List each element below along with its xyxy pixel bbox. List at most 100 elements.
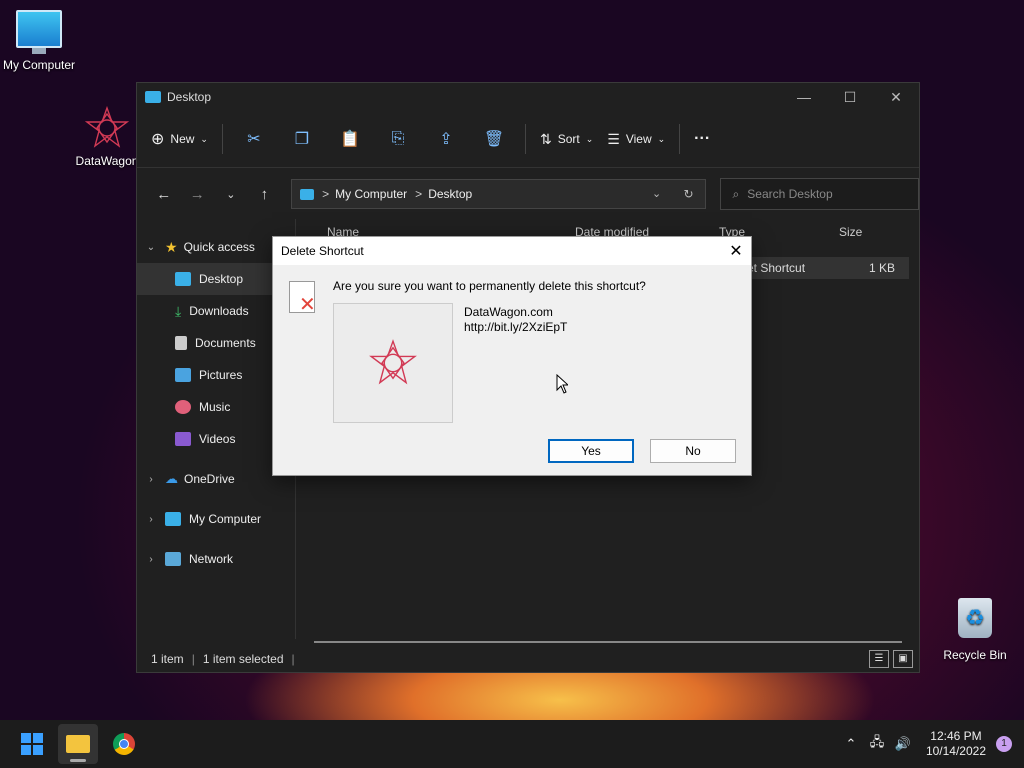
taskbar-file-explorer[interactable] [58,724,98,764]
shortcut-url: http://bit.ly/2XziEpT [464,320,568,334]
chrome-icon [113,733,135,755]
close-window-button[interactable]: ✕ [873,89,919,106]
sort-arrows-icon: ⇅ [539,130,552,147]
file-row[interactable]: et Shortcut 1 KB [747,257,909,279]
details-view-icon[interactable]: ☰ [869,650,889,668]
horizontal-scrollbar[interactable] [314,641,902,643]
command-bar: ⊕ New ⌄ ✂ ❐ 📋 ⎘ ⇪ 🗑 ⇅ Sort ⌄ ☰ View ⌄ ··… [137,111,919,168]
dialog-question: Are you sure you want to permanently del… [333,279,646,293]
dialog-titlebar[interactable]: Delete Shortcut ✕ [273,237,751,265]
shortcut-info: DataWagon.com http://bit.ly/2XziEpT [464,305,567,335]
address-dropdown-icon[interactable]: ⌄ [641,187,673,201]
breadcrumb-separator: > [322,187,330,201]
computer-icon [165,512,181,526]
sidebar-item-label: Documents [195,336,256,350]
view-button-label: View [625,132,652,146]
sidebar-item-network[interactable]: › Network [137,543,295,575]
maximize-button[interactable]: ☐ [827,89,873,106]
file-size: 1 KB [869,261,896,275]
share-icon[interactable]: ⇪ [429,129,463,149]
shortcut-name: DataWagon.com [464,305,553,319]
taskbar: ⌃ 🖧 🔊 12:46 PM 10/14/2022 1 [0,720,1024,768]
delete-icon[interactable]: 🗑 [477,129,511,149]
dialog-title: Delete Shortcut [281,244,364,258]
monitor-icon [16,10,62,54]
sidebar-item-label: Network [189,552,234,566]
breadcrumb-separator: > [415,187,423,201]
status-divider: | [291,652,295,666]
breadcrumb-desktop[interactable]: Desktop [428,187,472,201]
sidebar-item-label: Quick access [183,240,255,254]
yes-button[interactable]: Yes [548,439,634,463]
system-tray: ⌃ 🖧 🔊 12:46 PM 10/14/2022 1 [838,729,1024,759]
desktop-icon-label: Recycle Bin [943,648,1007,662]
clock[interactable]: 12:46 PM 10/14/2022 [926,729,986,759]
computer-icon [300,188,315,200]
search-box[interactable]: ⌕ Search Desktop [719,178,919,210]
cut-icon[interactable]: ✂ [237,129,271,149]
rename-icon[interactable]: ⎘ [381,130,415,148]
new-button[interactable]: ⊕ New ⌄ [151,129,208,149]
up-arrow-icon[interactable]: ↑ [248,186,282,203]
address-bar[interactable]: > My Computer > Desktop ⌄ ↻ [291,179,706,209]
column-header-size[interactable]: Size [839,225,862,239]
delete-x-icon: ✕ [299,294,316,316]
paste-icon[interactable]: 📋 [333,129,367,149]
no-button[interactable]: No [650,439,736,463]
document-icon [175,336,187,350]
chevron-down-icon: ⌄ [657,133,666,144]
status-item-count: 1 item [151,652,184,666]
network-icon[interactable]: 🖧 [864,733,890,755]
star-icon: ★ [165,238,178,255]
datawagon-logo-icon [84,105,130,150]
tiles-view-icon[interactable]: ▣ [893,650,913,668]
sort-button-label: Sort [557,132,580,146]
window-titlebar[interactable]: Desktop — ☐ ✕ [137,83,919,111]
plus-circle-icon: ⊕ [151,131,165,148]
refresh-icon[interactable]: ↻ [673,187,705,201]
download-icon: ⤓ [175,302,182,319]
sort-button[interactable]: ⇅ Sort ⌄ [540,131,593,148]
recycle-bin-icon: ♻ [958,598,992,638]
window-title: Desktop [167,90,212,104]
view-button[interactable]: ☰ View ⌄ [607,131,665,148]
taskbar-chrome[interactable] [104,724,144,764]
sidebar-item-label: Music [199,400,231,414]
windows-logo-icon [21,733,43,755]
mouse-cursor-icon [556,374,568,394]
search-icon: ⌕ [732,186,740,201]
status-selected-count: 1 item selected [202,652,284,666]
start-button[interactable] [12,724,52,764]
desktop-icon-my-computer[interactable]: My Computer [0,10,84,72]
clock-time: 12:46 PM [930,729,982,743]
music-icon [175,400,191,414]
desktop-icon-recycle-bin[interactable]: ♻ Recycle Bin [930,598,1020,662]
clock-date: 10/14/2022 [925,744,986,758]
more-options-button[interactable]: ··· [694,130,710,148]
toolbar-separator [524,124,526,154]
volume-icon[interactable]: 🔊 [890,736,916,752]
folder-desktop-icon [145,91,161,103]
shortcut-thumbnail [333,303,453,423]
sidebar-item-label: Videos [199,432,236,446]
back-arrow-icon[interactable]: ← [147,186,181,203]
forward-arrow-icon[interactable]: → [181,186,215,203]
chevron-right-icon[interactable]: › [137,554,165,565]
chevron-down-icon: ⌄ [200,133,208,144]
chevron-down-icon[interactable]: ⌄ [137,242,165,253]
breadcrumb-my-computer[interactable]: My Computer [335,187,407,201]
minimize-button[interactable]: — [781,89,827,106]
sidebar-item-my-computer[interactable]: › My Computer [137,503,295,535]
chevron-up-icon[interactable]: ⌃ [838,736,864,752]
copy-icon[interactable]: ❐ [285,129,319,149]
sidebar-item-label: OneDrive [184,472,235,486]
close-icon[interactable]: ✕ [721,241,751,261]
chevron-down-icon: ⌄ [585,133,594,144]
notification-badge[interactable]: 1 [996,736,1012,752]
status-divider: | [191,652,195,666]
chevron-right-icon[interactable]: › [137,474,165,485]
recent-chevron-icon[interactable]: ⌄ [214,188,248,201]
pictures-icon [175,368,191,382]
chevron-right-icon[interactable]: › [137,514,165,525]
new-button-label: New [170,132,195,146]
